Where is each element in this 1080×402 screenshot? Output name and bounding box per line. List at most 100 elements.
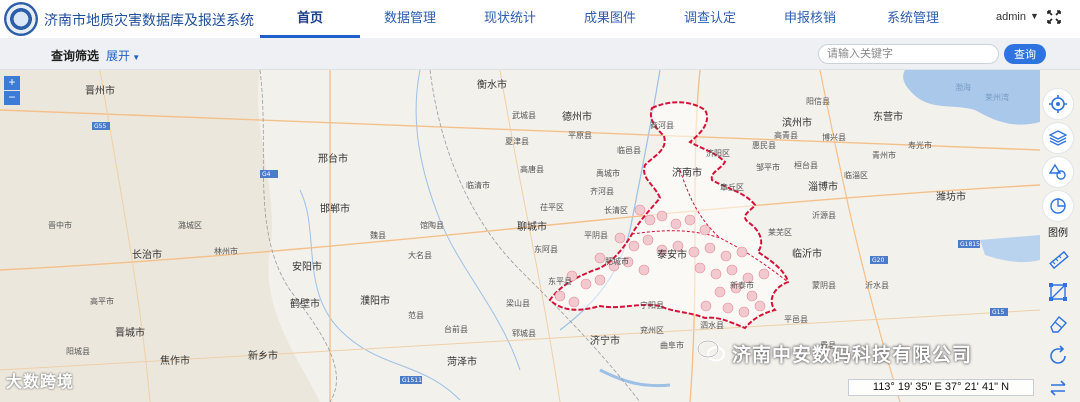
locate-icon [1049, 95, 1067, 113]
map-label: 衡水市 [477, 80, 507, 91]
shapes-icon [1049, 163, 1066, 180]
map-label: 商河县 [650, 121, 674, 130]
caret-down-icon[interactable]: ▼ [1030, 11, 1039, 21]
map-label: 青州市 [872, 151, 896, 160]
map-label: 新泰市 [730, 281, 754, 290]
map-label: 高平市 [90, 297, 114, 306]
map-label: 平原县 [568, 131, 592, 140]
layers-button[interactable] [1042, 122, 1074, 154]
map-label: 焦作市 [160, 356, 190, 367]
nav-item-data-management[interactable]: 数据管理 [360, 0, 460, 38]
map-label: 宁阳县 [640, 301, 664, 310]
svg-text:G55: G55 [94, 123, 106, 130]
map-label: 平邑县 [784, 315, 808, 324]
map-label: 东阿县 [534, 245, 558, 254]
legend-button[interactable]: 图例 [1042, 224, 1074, 244]
search-input[interactable] [818, 44, 999, 64]
expand-label[interactable]: 展开 [106, 49, 130, 63]
map-label: 安阳市 [292, 262, 322, 273]
pie-chart-icon [1050, 198, 1066, 214]
map-label: 莱芜区 [768, 228, 792, 237]
map-label: 惠民县 [752, 141, 776, 150]
coordinate-readout: 113° 19' 35" E 37° 21' 41" N [848, 379, 1034, 396]
map-label: 茌平区 [540, 203, 564, 212]
filter-bar: 查询筛选 展开 ▼ 查询 [0, 38, 1080, 70]
map-view[interactable]: G55 G4 G1815 G20 G1511 G15 晋州市 衡水市 德州市 滨… [0, 70, 1080, 402]
zoom-in-button[interactable]: + [4, 76, 20, 90]
search-button[interactable]: 查询 [1004, 44, 1046, 64]
main-nav: 首页 数据管理 现状统计 成果图件 调查认定 申报核销 系统管理 [260, 0, 966, 38]
svg-text:G15: G15 [992, 309, 1004, 316]
measure-distance-button[interactable] [1042, 244, 1074, 276]
map-label: 晋州市 [85, 86, 115, 97]
clear-button[interactable] [1042, 308, 1074, 340]
map-label: 高唐县 [520, 165, 544, 174]
eraser-icon [1050, 315, 1067, 333]
expand-toggle[interactable]: 展开 ▼ [106, 47, 140, 64]
map-label: 渤海 [955, 83, 971, 92]
map-label: 东营市 [873, 112, 903, 123]
map-label: 泗水县 [700, 321, 724, 330]
map-label: 邹平市 [756, 163, 780, 172]
nav-item-status-statistics[interactable]: 现状统计 [460, 0, 560, 38]
map-label: 济南市 [672, 168, 702, 179]
map-label: 晋城市 [115, 328, 145, 339]
nav-item-report-cancellation[interactable]: 申报核销 [760, 0, 860, 38]
nav-item-home[interactable]: 首页 [260, 0, 360, 38]
locate-button[interactable] [1042, 88, 1074, 120]
map-label: 濮阳市 [360, 296, 390, 307]
map-label: 淄博市 [808, 182, 838, 193]
app-title: 济南市地质灾害数据库及报送系统 [44, 12, 254, 28]
map-label: 沂源县 [812, 211, 836, 220]
map-label: 聊城市 [517, 222, 547, 233]
map-label: 武城县 [512, 111, 536, 120]
fullscreen-icon[interactable] [1047, 10, 1061, 24]
map-label: 新乡市 [248, 351, 278, 362]
shapes-button[interactable] [1042, 156, 1074, 188]
zoom-control: + − [4, 76, 20, 106]
map-label: 郓城县 [512, 329, 536, 338]
measure-area-button[interactable] [1042, 276, 1074, 308]
watermark-left: 大数跨境 [6, 374, 75, 391]
app-logo [4, 2, 38, 36]
map-label: 滨州市 [782, 118, 812, 129]
map-label: 泰安市 [657, 250, 687, 261]
svg-text:G1511: G1511 [402, 377, 422, 384]
map-label: 莱州湾 [985, 93, 1009, 102]
swap-icon [1050, 380, 1066, 396]
svg-text:G20: G20 [872, 257, 884, 264]
nav-item-survey-confirmation[interactable]: 调查认定 [660, 0, 760, 38]
map-label: 济宁市 [590, 336, 620, 347]
map-label: 兖州区 [640, 326, 664, 335]
map-label: 魏县 [370, 231, 386, 240]
caret-down-icon[interactable]: ▼ [130, 53, 140, 62]
layers-icon [1049, 130, 1067, 146]
map-label: 肥城市 [605, 257, 629, 266]
reset-button[interactable] [1042, 340, 1074, 372]
map-label: 齐河县 [590, 187, 614, 196]
svg-text:G1815: G1815 [960, 241, 980, 248]
map-toolbar: 图例 [1042, 88, 1076, 402]
ruler-icon [1049, 250, 1069, 270]
zoom-out-button[interactable]: − [4, 91, 20, 105]
nav-item-result-maps[interactable]: 成果图件 [560, 0, 660, 38]
map-label: 桓台县 [794, 161, 818, 170]
map-label: 沂水县 [865, 281, 889, 290]
wechat-icon [697, 340, 725, 362]
map-label: 阳城县 [66, 347, 90, 356]
map-label: 曲阜市 [660, 341, 684, 350]
swap-button[interactable] [1042, 372, 1074, 402]
statistics-button[interactable] [1042, 190, 1074, 222]
nav-item-system-management[interactable]: 系统管理 [860, 0, 966, 38]
map-label: 章丘区 [720, 183, 744, 192]
watermark-right: 济南中安数码科技有限公司 [732, 345, 973, 366]
map-label: 平阴县 [584, 231, 608, 240]
top-header: 济南市地质灾害数据库及报送系统 首页 数据管理 现状统计 成果图件 调查认定 申… [0, 0, 1080, 38]
map-label: 夏津县 [505, 137, 529, 146]
map-label: 菏泽市 [447, 357, 477, 368]
map-label: 台前县 [444, 325, 468, 334]
map-label: 潞城区 [178, 221, 202, 230]
map-label: 临沂市 [792, 249, 822, 260]
user-menu[interactable]: admin [996, 11, 1026, 23]
map-label: 博兴县 [822, 133, 846, 142]
